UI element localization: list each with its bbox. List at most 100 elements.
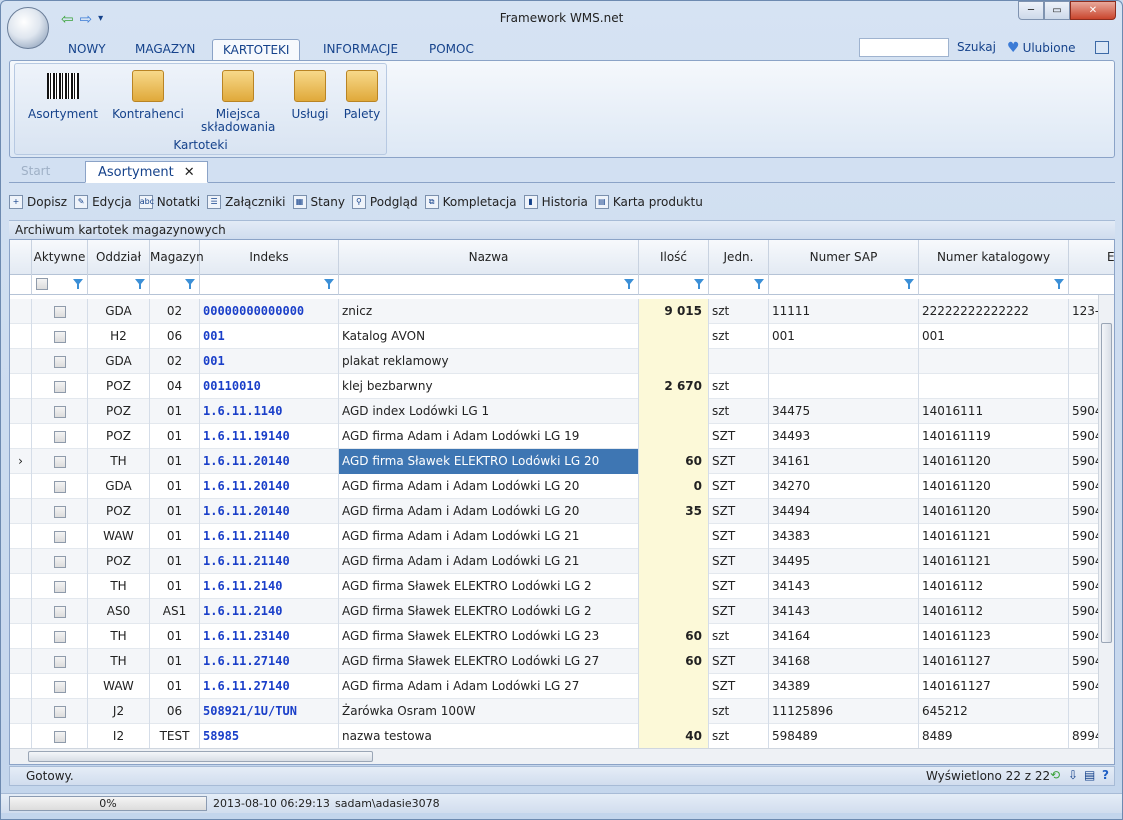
- podglad-button[interactable]: ⚲ Podgląd: [351, 195, 418, 209]
- active-checkbox[interactable]: [53, 680, 66, 693]
- filter-icon[interactable]: [904, 279, 914, 289]
- help-icon[interactable]: ?: [1102, 768, 1109, 782]
- active-checkbox[interactable]: [53, 505, 66, 518]
- tab-asortyment[interactable]: Asortyment ✕: [85, 161, 208, 183]
- table-row[interactable]: AS0 AS1 1.6.11.2140 AGD firma Sławek ELEKTR…: [10, 599, 1109, 624]
- active-checkbox[interactable]: [53, 355, 66, 368]
- cell-aktywne[interactable]: [32, 674, 88, 699]
- filter-icon[interactable]: [135, 279, 145, 289]
- tab-informacje[interactable]: INFORMACJE: [313, 39, 408, 61]
- filter-ilosc[interactable]: [639, 275, 709, 295]
- active-checkbox[interactable]: [53, 580, 66, 593]
- column-header-ilosc[interactable]: Ilość: [639, 240, 709, 275]
- filter-jedn[interactable]: [709, 275, 769, 295]
- filter-icon[interactable]: [694, 279, 704, 289]
- table-row[interactable]: POZ 01 1.6.11.21140 AGD firma Adam i Adam L…: [10, 549, 1109, 574]
- tab-start[interactable]: Start: [9, 161, 81, 183]
- table-row[interactable]: POZ 04 00110010 klej bezbarwny 2 670 szt: [10, 374, 1109, 399]
- palety-button[interactable]: Palety: [339, 70, 385, 121]
- table-row[interactable]: GDA 02 00000000000000 znicz 9 015 szt 11111 222…: [10, 299, 1109, 324]
- active-checkbox[interactable]: [53, 430, 66, 443]
- cell-aktywne[interactable]: [32, 374, 88, 399]
- filter-icon[interactable]: [624, 279, 634, 289]
- horizontal-scrollbar[interactable]: [10, 748, 1114, 764]
- active-checkbox[interactable]: [53, 630, 66, 643]
- maximize-button[interactable]: ▭: [1044, 1, 1070, 20]
- tab-kartoteki[interactable]: KARTOTEKI: [212, 39, 301, 61]
- filter-ean[interactable]: [1069, 275, 1114, 295]
- cell-aktywne[interactable]: [32, 549, 88, 574]
- help-window-icon[interactable]: [1095, 41, 1109, 54]
- filter-numer-katalogowy[interactable]: [919, 275, 1069, 295]
- table-row[interactable]: POZ 01 1.6.11.19140 AGD firma Adam i Adam L…: [10, 424, 1109, 449]
- table-row[interactable]: WAW 01 1.6.11.21140 AGD firma Adam i Adam L…: [10, 524, 1109, 549]
- cell-aktywne[interactable]: [32, 449, 88, 474]
- column-header-magazyn[interactable]: Magazyn: [150, 240, 204, 275]
- active-checkbox[interactable]: [53, 605, 66, 618]
- filter-aktywne[interactable]: [32, 275, 88, 295]
- column-header-numer-sap[interactable]: Numer SAP: [769, 240, 919, 275]
- cell-aktywne[interactable]: [32, 424, 88, 449]
- table-row[interactable]: I2 TEST 58985 nazwa testowa 40 szt 598489 8489 8…: [10, 724, 1109, 749]
- active-checkbox[interactable]: [53, 555, 66, 568]
- column-header-numer-katalogowy[interactable]: Numer katalogowy: [919, 240, 1069, 275]
- export-icon[interactable]: ⇩: [1068, 768, 1078, 782]
- cell-aktywne[interactable]: [32, 624, 88, 649]
- filter-icon[interactable]: [754, 279, 764, 289]
- tab-pomoc[interactable]: POMOC: [419, 39, 484, 61]
- active-checkbox[interactable]: [53, 480, 66, 493]
- cell-aktywne[interactable]: [32, 599, 88, 624]
- filter-magazyn[interactable]: [150, 275, 200, 295]
- filter-nazwa[interactable]: [339, 275, 639, 295]
- search-input[interactable]: [859, 38, 949, 57]
- cell-aktywne[interactable]: [32, 649, 88, 674]
- active-checkbox[interactable]: [53, 455, 66, 468]
- cell-aktywne[interactable]: [32, 524, 88, 549]
- minimize-button[interactable]: ─: [1018, 1, 1044, 20]
- table-row[interactable]: GDA 01 1.6.11.20140 AGD firma Adam i Adam L…: [10, 474, 1109, 499]
- asortyment-button[interactable]: Asortyment: [23, 70, 103, 121]
- horizontal-scroll-thumb[interactable]: [28, 751, 373, 762]
- edycja-button[interactable]: ✎ Edycja: [74, 195, 132, 209]
- cell-aktywne[interactable]: [32, 399, 88, 424]
- table-row[interactable]: POZ 01 1.6.11.1140 AGD index Lodówki LG 1 sz…: [10, 399, 1109, 424]
- filter-indeks[interactable]: [200, 275, 339, 295]
- active-checkbox[interactable]: [53, 530, 66, 543]
- table-row[interactable]: WAW 01 1.6.11.27140 AGD firma Adam i Adam L…: [10, 674, 1109, 699]
- column-header-aktywne[interactable]: Aktywne: [32, 240, 88, 275]
- cell-aktywne[interactable]: [32, 299, 88, 324]
- filter-oddzial[interactable]: [88, 275, 150, 295]
- column-header-oddzial[interactable]: Oddział: [88, 240, 150, 275]
- zalaczniki-button[interactable]: ☰ Załączniki: [207, 195, 286, 209]
- tab-nowy[interactable]: NOWY: [58, 39, 116, 61]
- close-tab-icon[interactable]: ✕: [184, 165, 195, 180]
- favorites-button[interactable]: ♥ Ulubione: [1007, 40, 1076, 56]
- filter-icon[interactable]: [73, 279, 83, 289]
- active-checkbox[interactable]: [53, 380, 66, 393]
- uslugi-button[interactable]: Usługi: [285, 70, 335, 121]
- stany-button[interactable]: ▦ Stany: [292, 195, 345, 209]
- active-checkbox[interactable]: [53, 730, 66, 743]
- column-header-nazwa[interactable]: Nazwa: [339, 240, 639, 275]
- print-icon[interactable]: ▤: [1084, 768, 1095, 782]
- filter-icon[interactable]: [324, 279, 334, 289]
- tab-magazyn[interactable]: MAGAZYN: [125, 39, 205, 61]
- miejsca-skladowania-button[interactable]: Miejsca składowania: [201, 70, 275, 134]
- table-row[interactable]: TH 01 1.6.11.27140 AGD firma Sławek ELEKTRO…: [10, 649, 1109, 674]
- close-button[interactable]: ✕: [1070, 1, 1116, 20]
- application-menu-button[interactable]: [7, 7, 49, 49]
- karta-produktu-button[interactable]: ▤ Karta produktu: [594, 195, 703, 209]
- cell-aktywne[interactable]: [32, 324, 88, 349]
- filter-checkbox[interactable]: [36, 278, 48, 290]
- table-row[interactable]: H2 06 001 Katalog AVON szt 001 001: [10, 324, 1109, 349]
- filter-numer-sap[interactable]: [769, 275, 919, 295]
- table-row[interactable]: TH 01 1.6.11.2140 AGD firma Sławek ELEKTRO …: [10, 574, 1109, 599]
- column-header-ean[interactable]: EAN: [1069, 240, 1114, 275]
- column-header-jedn[interactable]: Jedn.: [709, 240, 769, 275]
- table-row[interactable]: TH 01 1.6.11.23140 AGD firma Sławek ELEKTRO…: [10, 624, 1109, 649]
- cell-aktywne[interactable]: [32, 474, 88, 499]
- vertical-scroll-thumb[interactable]: [1101, 323, 1112, 643]
- vertical-scrollbar[interactable]: [1098, 295, 1114, 750]
- table-row[interactable]: › TH 01 1.6.11.20140 AGD firma Sławek ELEKTR…: [10, 449, 1109, 474]
- dopisz-button[interactable]: + Dopisz: [9, 195, 67, 209]
